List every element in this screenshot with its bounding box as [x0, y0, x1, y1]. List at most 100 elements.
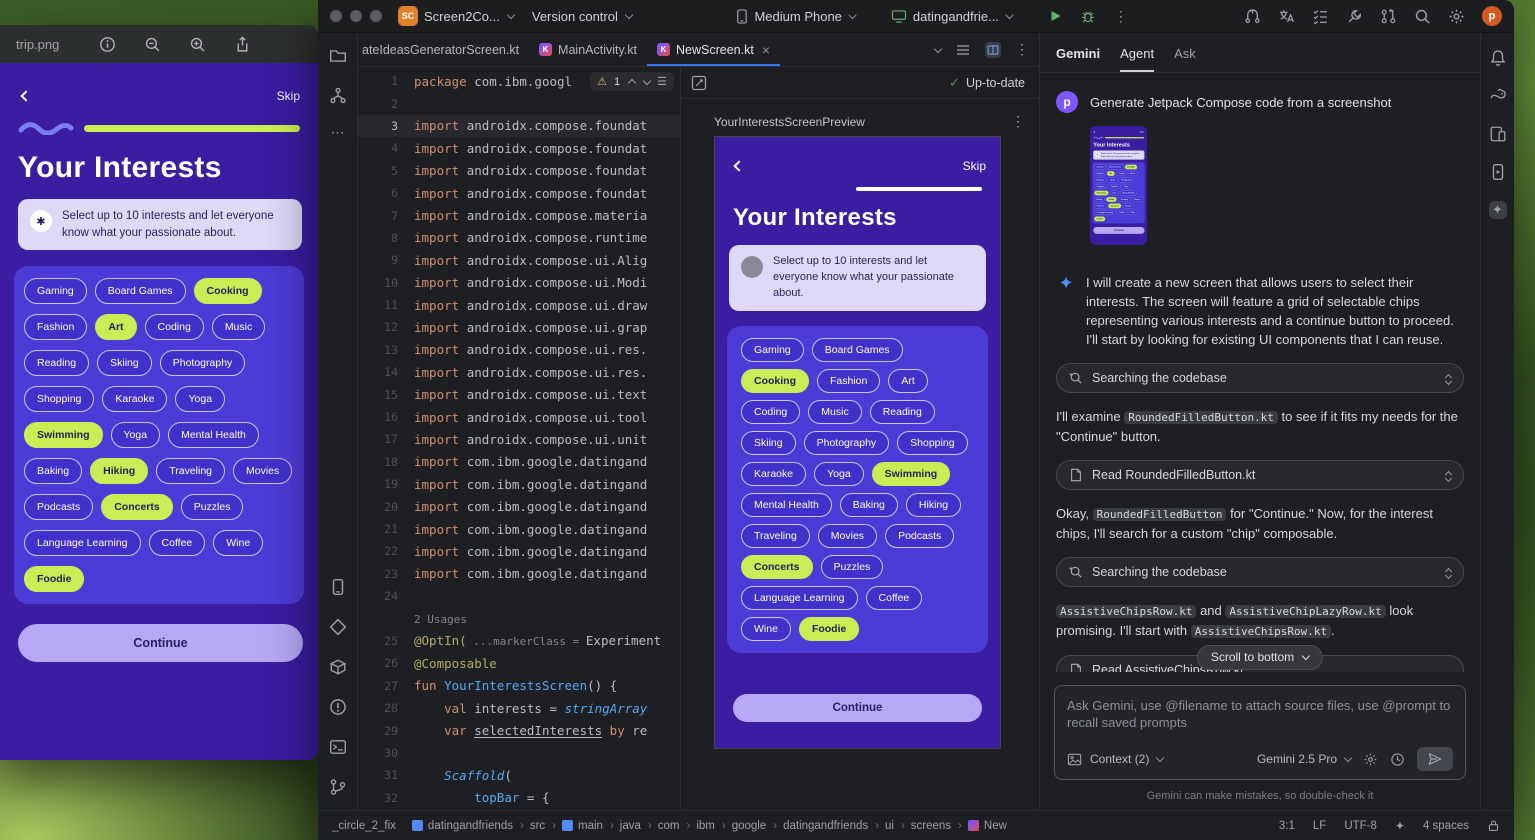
history-icon[interactable]: [1390, 752, 1405, 767]
preview-options-icon[interactable]: ⋮: [1011, 113, 1025, 130]
tab-agent[interactable]: Agent: [1120, 46, 1154, 72]
response-paragraph: AssistiveChipsRow.kt and AssistiveChipLa…: [1056, 601, 1464, 641]
problems-tool-icon[interactable]: [329, 698, 347, 716]
expand-collapse-icon[interactable]: [1444, 372, 1451, 384]
breadcrumb-item[interactable]: src ›: [530, 820, 558, 832]
build-icon[interactable]: [1346, 8, 1363, 25]
inspection-widget[interactable]: ⚠ 1 ☰: [590, 72, 674, 91]
gemini-panel-title: Gemini: [1056, 46, 1100, 72]
interest-chip: Puzzles: [181, 494, 244, 520]
code-editor[interactable]: ⚠ 1 ☰ 1 package com.ibm.googl: [358, 67, 680, 810]
line-separator[interactable]: LF: [1313, 820, 1326, 832]
info-icon[interactable]: [99, 36, 116, 53]
tab-ask[interactable]: Ask: [1174, 46, 1196, 72]
view-list-icon[interactable]: [955, 42, 971, 58]
tool-call-read-file[interactable]: Read RoundedFilledButton.kt: [1056, 460, 1464, 490]
indent-setting[interactable]: 4 spaces: [1423, 820, 1469, 832]
build-tool-icon[interactable]: [329, 658, 347, 676]
interest-chip: Photography: [160, 350, 246, 376]
running-devices-tool-icon[interactable]: [1489, 163, 1507, 181]
gemini-settings-icon[interactable]: [1363, 752, 1378, 767]
zoom-in-icon[interactable]: [189, 36, 206, 53]
breadcrumb-item[interactable]: google ›: [732, 820, 779, 832]
more-actions-icon[interactable]: ⋮: [1114, 8, 1128, 25]
vcs-widget[interactable]: Version control: [532, 9, 632, 24]
attach-image-icon[interactable]: [1067, 752, 1082, 767]
expand-collapse-icon[interactable]: [1444, 566, 1451, 578]
notifications-bell-icon[interactable]: [1489, 49, 1507, 67]
task-list-icon[interactable]: [1312, 8, 1329, 25]
tab-newscreen[interactable]: KNewScreen.kt×: [647, 33, 780, 66]
context-selector[interactable]: Context (2): [1090, 752, 1163, 766]
debug-button[interactable]: [1081, 9, 1096, 24]
settings-icon[interactable]: [1448, 8, 1465, 25]
expand-collapse-icon[interactable]: [1444, 469, 1451, 481]
share-icon[interactable]: [234, 36, 251, 53]
model-selector[interactable]: Gemini 2.5 Pro: [1257, 752, 1351, 766]
git-branch[interactable]: _circle_2_fix: [332, 820, 396, 832]
breadcrumb-item[interactable]: ui ›: [885, 820, 907, 832]
breadcrumb-item[interactable]: main ›: [562, 820, 616, 832]
back-arrow-icon: [733, 160, 744, 171]
translate-icon[interactable]: [1278, 8, 1295, 25]
tool-call-search-codebase[interactable]: Searching the codebase: [1056, 363, 1464, 393]
android-studio-window: SC Screen2Co... Version control Medium P…: [318, 0, 1514, 840]
search-icon[interactable]: [1414, 8, 1431, 25]
folder-icon: [562, 820, 573, 831]
cursor-position[interactable]: 3:1: [1279, 820, 1295, 832]
inspection-menu-icon[interactable]: ☰: [657, 75, 667, 88]
interest-chip: Board Games: [95, 278, 186, 304]
ai-status-icon[interactable]: ✦: [1395, 819, 1405, 833]
breadcrumb-item[interactable]: datingandfriends ›: [783, 820, 881, 832]
interest-chips-grid: GamingBoard GamesCookingFashionArtCoding…: [14, 266, 304, 604]
run-configuration-selector[interactable]: datingandfrie...: [892, 9, 1013, 24]
code-line: 31 Scaffold(: [358, 764, 680, 786]
breadcrumb-item[interactable]: New ›: [968, 820, 1007, 832]
terminal-tool-icon[interactable]: [329, 738, 347, 756]
gradle-tool-icon[interactable]: [1489, 87, 1507, 105]
gemini-prompt-input[interactable]: Ask Gemini, use @filename to attach sour…: [1054, 685, 1466, 780]
prev-problem-icon[interactable]: [628, 79, 636, 87]
code-line: 29 var selectedInterests by re: [358, 719, 680, 741]
pull-request-icon[interactable]: [1380, 8, 1397, 25]
tab-dateideasgeneratorscreen[interactable]: ateIdeasGeneratorScreen.kt: [358, 33, 529, 66]
tab-mainactivity[interactable]: KMainActivity.kt: [529, 33, 647, 66]
device-manager-tool-icon[interactable]: [1489, 125, 1507, 143]
code-line: 27 fun YourInterestsScreen() {: [358, 675, 680, 697]
project-tool-icon[interactable]: [329, 47, 347, 65]
structure-tool-icon[interactable]: [329, 87, 347, 105]
device-streaming-icon[interactable]: [1244, 8, 1261, 25]
close-tab-icon[interactable]: ×: [762, 42, 770, 58]
send-button[interactable]: [1417, 747, 1453, 771]
running-devices-tool-icon[interactable]: [329, 578, 347, 596]
breadcrumb-item[interactable]: datingandfriends ›: [412, 820, 526, 832]
version-control-tool-icon[interactable]: [329, 778, 347, 796]
zoom-out-icon[interactable]: [144, 36, 161, 53]
code-line: 7 import androidx.compose.materia: [358, 204, 680, 226]
device-selector[interactable]: Medium Phone: [735, 9, 855, 24]
resource-manager-tool-icon[interactable]: [329, 618, 347, 636]
user-avatar[interactable]: p: [1482, 6, 1502, 26]
split-editor-icon[interactable]: [985, 42, 1001, 58]
lock-icon[interactable]: [1487, 819, 1500, 832]
editor-options-icon[interactable]: ⋮: [1015, 41, 1029, 58]
interest-chip: Language Learning: [24, 530, 141, 556]
tool-call-search-codebase[interactable]: Searching the codebase: [1056, 557, 1464, 587]
run-button[interactable]: [1049, 9, 1063, 23]
scroll-to-bottom-button[interactable]: Scroll to bottom: [1197, 645, 1323, 670]
breadcrumb-item[interactable]: ibm ›: [696, 820, 727, 832]
hidden-tabs-chevron-icon[interactable]: [934, 44, 942, 52]
preview-frame[interactable]: Skip Your Interests Select up to 10 inte…: [714, 136, 1001, 749]
project-widget[interactable]: SC Screen2Co...: [398, 6, 514, 26]
chat-history[interactable]: p Generate Jetpack Compose code from a s…: [1040, 73, 1480, 678]
next-problem-icon[interactable]: [643, 76, 651, 84]
file-encoding[interactable]: UTF-8: [1344, 820, 1377, 832]
gemini-tool-icon[interactable]: ✦: [1489, 201, 1507, 219]
breadcrumb-item[interactable]: com ›: [658, 820, 693, 832]
attached-screenshot-thumbnail[interactable]: Skip Your Interests ✱Select up to 10 int…: [1090, 126, 1147, 245]
breadcrumb-item[interactable]: java ›: [620, 820, 654, 832]
ui-check-mode-icon[interactable]: [691, 75, 707, 91]
window-controls[interactable]: [330, 10, 382, 22]
breadcrumb-item[interactable]: screens ›: [911, 820, 964, 832]
more-tool-windows-icon[interactable]: ⋯: [329, 127, 347, 145]
